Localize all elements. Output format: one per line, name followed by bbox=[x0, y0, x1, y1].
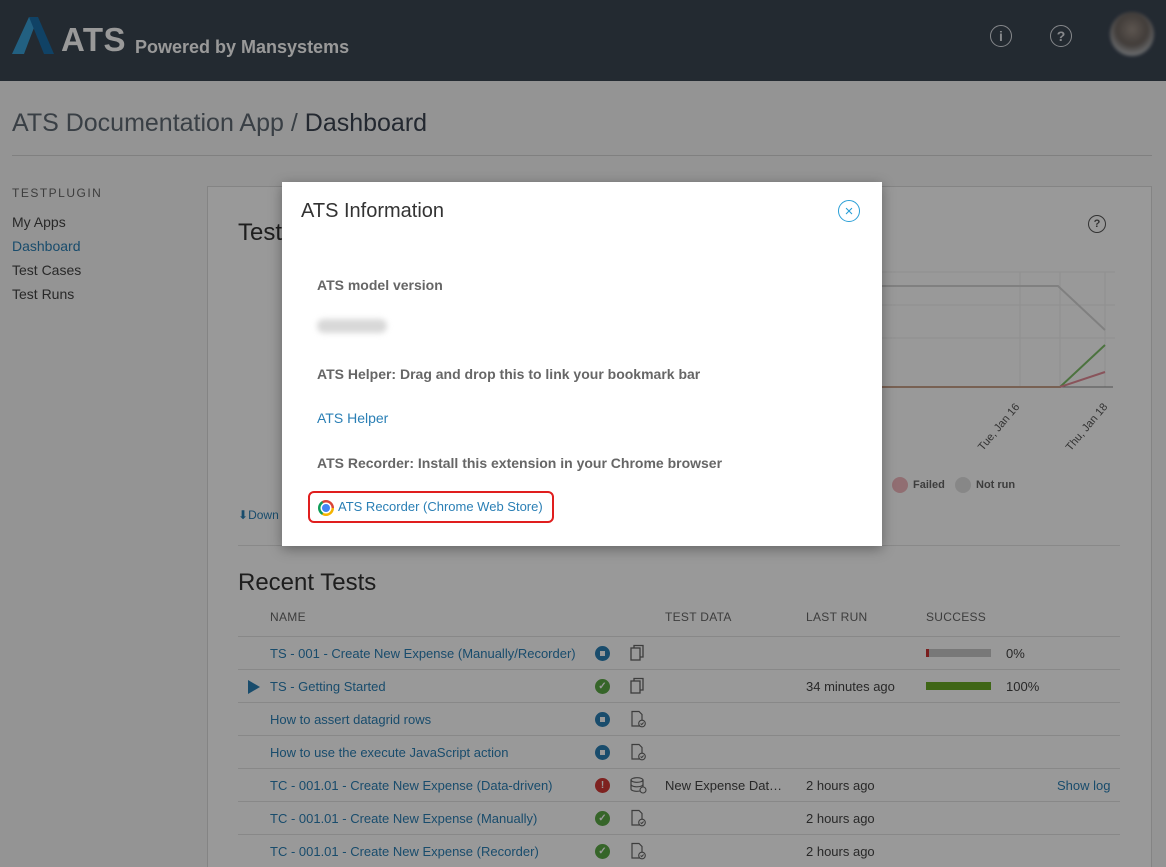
recorder-label: ATS Recorder: Install this extension in … bbox=[317, 455, 723, 471]
ats-recorder-link[interactable]: ATS Recorder (Chrome Web Store) bbox=[338, 499, 543, 514]
close-icon[interactable]: × bbox=[838, 200, 860, 222]
helper-label: ATS Helper: Drag and drop this to link y… bbox=[317, 366, 701, 382]
ats-information-dialog: ATS Information × ATS model version ATS … bbox=[282, 182, 882, 546]
chrome-icon bbox=[318, 500, 334, 516]
model-version-value-redacted bbox=[317, 319, 387, 333]
model-version-label: ATS model version bbox=[317, 277, 443, 293]
dialog-title: ATS Information bbox=[301, 200, 445, 222]
ats-helper-link[interactable]: ATS Helper bbox=[317, 410, 388, 426]
